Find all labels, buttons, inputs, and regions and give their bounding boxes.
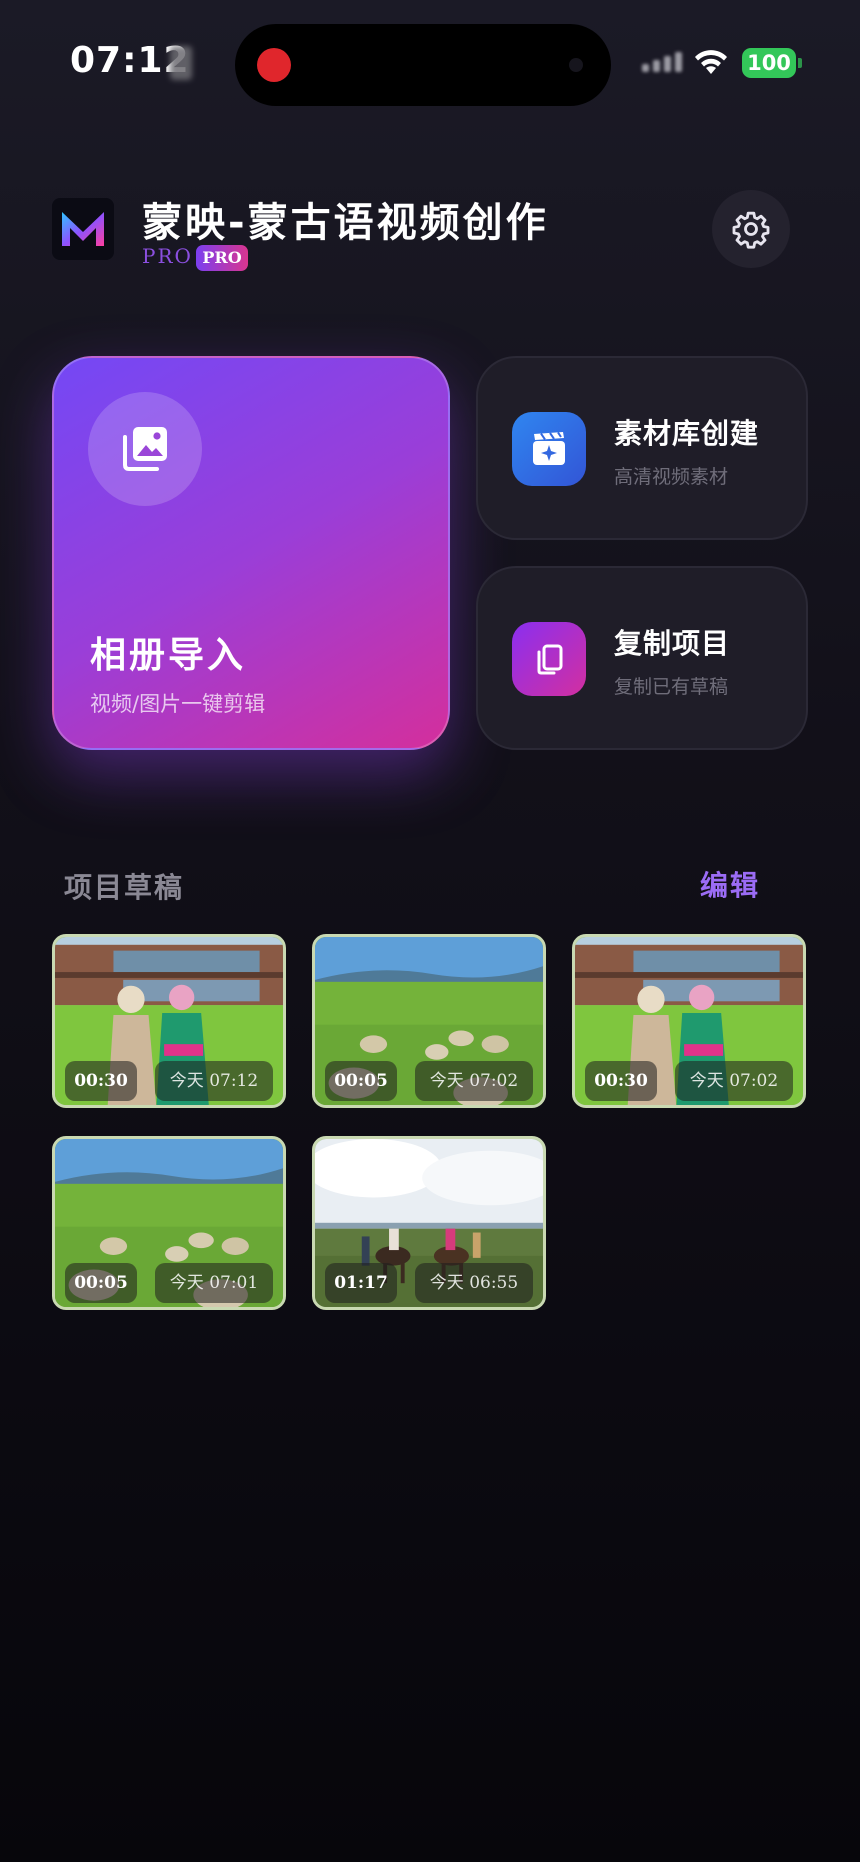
- draft-date: 今天 07:12: [155, 1061, 273, 1101]
- camera-icon: [569, 58, 583, 72]
- settings-button[interactable]: [712, 190, 790, 268]
- photo-album-icon: [123, 427, 167, 471]
- battery-tip: [798, 58, 802, 68]
- draft-duration: 00:05: [65, 1263, 137, 1303]
- draft-duration: 00:05: [325, 1061, 397, 1101]
- copy-project-card[interactable]: 复制项目 复制已有草稿: [476, 566, 808, 750]
- copy-project-subtitle: 复制已有草稿: [614, 676, 729, 698]
- draft-duration: 00:30: [585, 1061, 657, 1101]
- app-title: 蒙映-蒙古语视频创作: [142, 200, 549, 246]
- album-import-title: 相册导入: [90, 635, 247, 676]
- recording-indicator-icon: [257, 48, 291, 82]
- battery-icon: 100: [742, 48, 796, 78]
- copy-icon: [537, 644, 563, 675]
- draft-date: 今天 06:55: [415, 1263, 533, 1303]
- pro-badge: PRO: [196, 245, 248, 271]
- pro-label: PRO: [142, 244, 193, 268]
- material-library-card[interactable]: 素材库创建 高清视频素材: [476, 356, 808, 540]
- draft-date: 今天 07:02: [675, 1061, 793, 1101]
- draft-duration: 01:17: [325, 1263, 397, 1303]
- edit-drafts-button[interactable]: 编辑: [700, 864, 760, 904]
- album-import-card[interactable]: 相册导入 视频/图片一键剪辑: [52, 356, 450, 750]
- status-bar: 07:12 100: [0, 0, 860, 120]
- cellular-signal-icon: [642, 52, 682, 72]
- clapperboard-sparkle-icon: [533, 431, 565, 465]
- draft-card[interactable]: 00:30 今天 07:02: [572, 934, 806, 1108]
- app-logo: [52, 198, 114, 260]
- copy-project-title: 复制项目: [614, 627, 731, 660]
- draft-card[interactable]: 00:05 今天 07:01: [52, 1136, 286, 1310]
- album-icon-circle: [88, 392, 202, 506]
- notification-icon: [170, 46, 192, 80]
- material-library-title: 素材库创建: [614, 417, 760, 450]
- draft-card[interactable]: 00:05 今天 07:02: [312, 934, 546, 1108]
- copy-icon-tile: [512, 622, 586, 696]
- dynamic-island: [235, 24, 611, 106]
- album-import-subtitle: 视频/图片一键剪辑: [90, 692, 266, 716]
- draft-duration: 00:30: [65, 1061, 137, 1101]
- draft-date: 今天 07:02: [415, 1061, 533, 1101]
- draft-card[interactable]: 00:30 今天 07:12: [52, 934, 286, 1108]
- drafts-section-title: 项目草稿: [64, 871, 185, 904]
- gear-icon: [732, 211, 770, 249]
- draft-date: 今天 07:01: [155, 1263, 273, 1303]
- library-icon-tile: [512, 412, 586, 486]
- draft-card[interactable]: 01:17 今天 06:55: [312, 1136, 546, 1310]
- material-library-subtitle: 高清视频素材: [614, 466, 729, 488]
- wifi-icon: [695, 50, 727, 74]
